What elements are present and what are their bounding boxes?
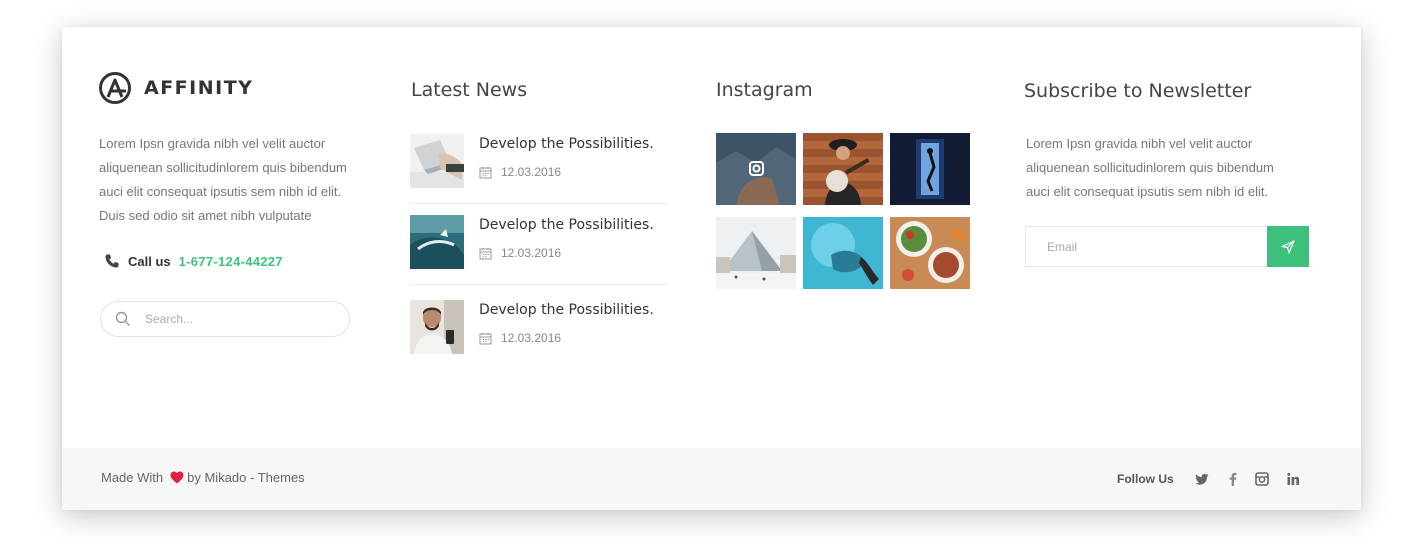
send-icon: [1281, 239, 1295, 254]
credits-suffix[interactable]: by Mikado - Themes: [187, 470, 305, 485]
news-thumbnail-man-phone[interactable]: [410, 300, 464, 354]
news-date: 12.03.2016: [479, 246, 561, 260]
subscribe-button[interactable]: [1267, 226, 1309, 267]
news-date-text: 12.03.2016: [501, 165, 562, 179]
news-date-text: 12.03.2016: [501, 246, 562, 260]
linkedin-icon[interactable]: [1286, 472, 1300, 486]
newsletter-description: Lorem Ipsn gravida nibh vel velit auctor…: [1026, 136, 1274, 199]
calendar-icon: [479, 332, 492, 344]
news-date-text: 12.03.2016: [501, 331, 562, 345]
news-title[interactable]: Develop the Possibilities.: [479, 136, 654, 152]
facebook-icon[interactable]: [1226, 472, 1240, 486]
phone-icon: [105, 254, 119, 268]
search-icon: [115, 311, 130, 326]
affinity-logo-icon: [99, 72, 131, 104]
calendar-icon: [479, 247, 492, 259]
email-input[interactable]: [1045, 238, 1259, 255]
news-item[interactable]: Develop the Possibilities. 12.03.2016: [410, 300, 668, 355]
brand-name: AFFINITY: [144, 77, 254, 99]
calendar-icon: [479, 166, 492, 178]
footer-card: AFFINITY Lorem Ipsn gravida nibh vel vel…: [62, 27, 1361, 510]
phone-number-link[interactable]: 1-677-124-44227: [179, 254, 283, 269]
search-input[interactable]: [143, 311, 337, 327]
news-item[interactable]: Develop the Possibilities. 12.03.2016: [410, 134, 668, 204]
logo[interactable]: AFFINITY: [98, 71, 253, 105]
news-title[interactable]: Develop the Possibilities.: [479, 217, 654, 233]
credits-prefix: Made With: [101, 470, 164, 485]
twitter-icon[interactable]: [1195, 472, 1209, 486]
brand-description: Lorem Ipsn gravida nibh vel velit auctor…: [99, 136, 347, 223]
follow-us-label: Follow Us: [1117, 472, 1174, 486]
news-thumbnail-laptop[interactable]: [410, 134, 464, 188]
news-date: 12.03.2016: [479, 165, 561, 179]
latest-news-heading: Latest News: [411, 79, 528, 101]
bottom-bar: Made With by Mikado - Themes Follow Us: [62, 448, 1361, 510]
news-item[interactable]: Develop the Possibilities. 12.03.2016: [410, 215, 668, 285]
instagram-icon[interactable]: [1255, 472, 1269, 486]
newsletter-heading: Subscribe to Newsletter: [1024, 80, 1252, 102]
instagram-photo[interactable]: [890, 217, 970, 289]
news-thumbnail-surf[interactable]: [410, 215, 464, 269]
instagram-photo[interactable]: [716, 133, 796, 205]
instagram-heading: Instagram: [716, 79, 813, 101]
news-date: 12.03.2016: [479, 331, 561, 345]
heart-icon: [170, 471, 184, 484]
instagram-photo[interactable]: [890, 133, 970, 205]
news-title[interactable]: Develop the Possibilities.: [479, 302, 654, 318]
instagram-photo[interactable]: [803, 217, 883, 289]
credits: Made With by Mikado - Themes: [101, 470, 305, 485]
instagram-photo[interactable]: [803, 133, 883, 205]
instagram-photo[interactable]: [716, 217, 796, 289]
call-us-label: Call us: [128, 253, 171, 269]
call-us: Call us 1-677-124-44227: [104, 253, 283, 269]
search-box[interactable]: [100, 301, 350, 337]
email-field-box[interactable]: [1025, 226, 1270, 267]
